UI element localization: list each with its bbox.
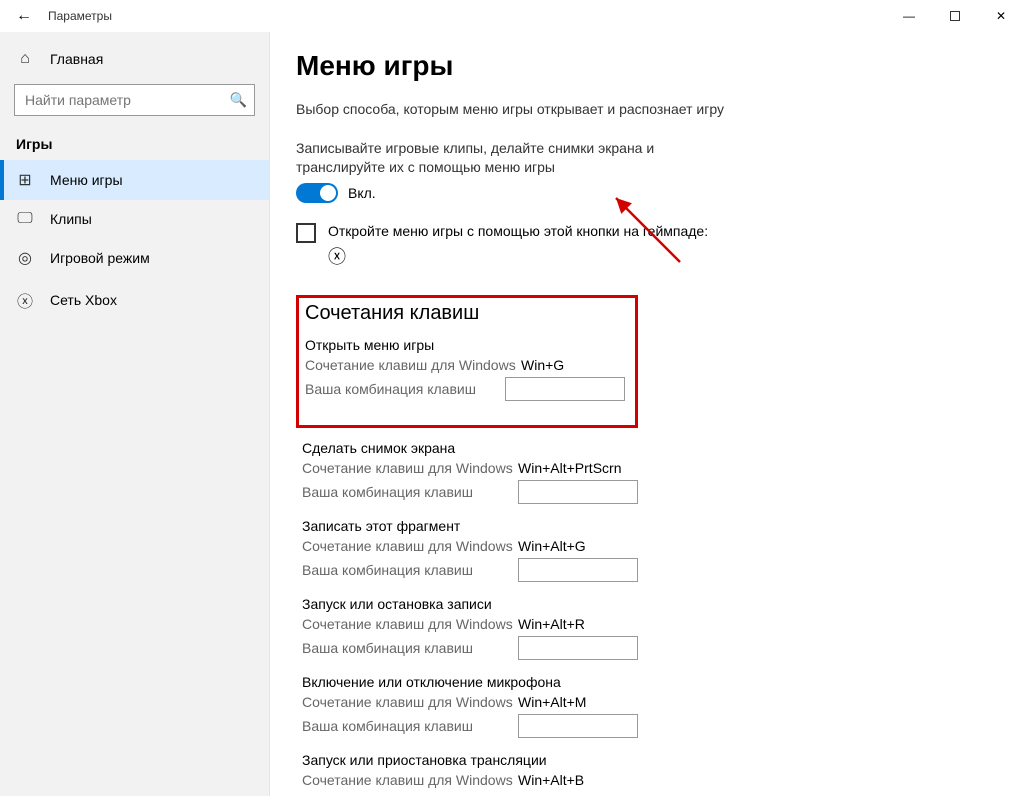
gamepad-checkbox-label: Откройте меню игры с помощью этой кнопки… <box>328 223 708 239</box>
toggle-state-label: Вкл. <box>348 185 376 201</box>
maximize-button[interactable] <box>932 0 978 32</box>
shortcut-user-input[interactable] <box>505 377 625 401</box>
game-menu-icon: ⊞ <box>16 170 34 190</box>
shortcuts-heading: Сочетания клавиш <box>305 302 625 325</box>
home-nav[interactable]: ⌂ Главная <box>0 40 269 78</box>
sidebar-item-label: Сеть Xbox <box>50 292 117 308</box>
shortcut-user-input[interactable] <box>518 714 638 738</box>
shortcut-title: Записать этот фрагмент <box>302 518 638 534</box>
shortcut-value: Win+G <box>521 357 564 373</box>
page-title: Меню игры <box>296 50 1000 82</box>
close-button[interactable]: ✕ <box>978 0 1024 32</box>
shortcut-user-label: Ваша комбинация клавиш <box>305 381 505 397</box>
shortcut-windows-label: Сочетание клавиш для Windows <box>302 460 518 476</box>
sidebar-item-label: Меню игры <box>50 172 123 188</box>
shortcut-group: Открыть меню игры Сочетание клавиш для W… <box>305 337 625 401</box>
sidebar-item-label: Клипы <box>50 211 92 227</box>
sidebar-item-game-menu[interactable]: ⊞ Меню игры <box>0 160 269 200</box>
shortcut-user-label: Ваша комбинация клавиш <box>302 718 518 734</box>
sidebar-item-label: Игровой режим <box>50 250 150 266</box>
shortcut-user-label: Ваша комбинация клавиш <box>302 484 518 500</box>
shortcut-windows-label: Сочетание клавиш для Windows <box>302 616 518 632</box>
shortcut-value: Win+Alt+R <box>518 616 585 632</box>
clips-icon: 🖵 <box>16 210 34 228</box>
shortcut-windows-label: Сочетание клавиш для Windows <box>302 772 518 788</box>
sidebar: ⌂ Главная 🔍 Игры ⊞ Меню игры 🖵 Клипы ◎ И… <box>0 32 270 796</box>
shortcut-value: Win+Alt+PrtScrn <box>518 460 621 476</box>
search-container: 🔍 <box>14 84 255 116</box>
page-description: Выбор способа, которым меню игры открыва… <box>296 100 736 119</box>
gamepad-checkbox[interactable] <box>296 223 316 243</box>
game-mode-icon: ◎ <box>16 248 34 268</box>
search-input[interactable] <box>14 84 255 116</box>
main-content: Меню игры Выбор способа, которым меню иг… <box>270 32 1024 796</box>
shortcut-windows-label: Сочетание клавиш для Windows <box>305 357 521 373</box>
xbox-button-icon: ⓧ <box>328 243 1000 269</box>
minimize-button[interactable]: — <box>886 0 932 32</box>
window-title: Параметры <box>48 9 112 23</box>
shortcut-value: Win+Alt+G <box>518 538 586 554</box>
shortcut-value: Win+Alt+B <box>518 772 584 788</box>
shortcut-title: Включение или отключение микрофона <box>302 674 638 690</box>
home-label: Главная <box>50 51 103 67</box>
shortcut-user-input[interactable] <box>518 558 638 582</box>
shortcut-title: Открыть меню игры <box>305 337 625 353</box>
shortcut-value: Win+Alt+M <box>518 694 586 710</box>
shortcut-user-label: Ваша комбинация клавиш <box>302 640 518 656</box>
shortcut-user-input[interactable] <box>518 636 638 660</box>
shortcuts-highlight-box: Сочетания клавиш Открыть меню игры Сочет… <box>296 295 638 428</box>
shortcut-user-label: Ваша комбинация клавиш <box>302 562 518 578</box>
back-button[interactable]: ← <box>0 7 48 25</box>
shortcut-user-input[interactable] <box>518 480 638 504</box>
sidebar-item-game-mode[interactable]: ◎ Игровой режим <box>0 238 269 278</box>
shortcut-title: Сделать снимок экрана <box>302 440 638 456</box>
shortcut-title: Запуск или приостановка трансляции <box>302 752 638 768</box>
shortcut-windows-label: Сочетание клавиш для Windows <box>302 538 518 554</box>
shortcut-title: Запуск или остановка записи <box>302 596 638 612</box>
sidebar-item-clips[interactable]: 🖵 Клипы <box>0 200 269 238</box>
section-label: Игры <box>0 126 269 160</box>
toggle-description: Записывайте игровые клипы, делайте снимк… <box>296 139 736 177</box>
search-icon: 🔍 <box>230 92 247 109</box>
xbox-icon: ⓧ <box>16 288 34 312</box>
game-menu-toggle[interactable] <box>296 183 338 203</box>
sidebar-item-xbox-network[interactable]: ⓧ Сеть Xbox <box>0 278 269 322</box>
shortcut-windows-label: Сочетание клавиш для Windows <box>302 694 518 710</box>
home-icon: ⌂ <box>16 50 34 68</box>
